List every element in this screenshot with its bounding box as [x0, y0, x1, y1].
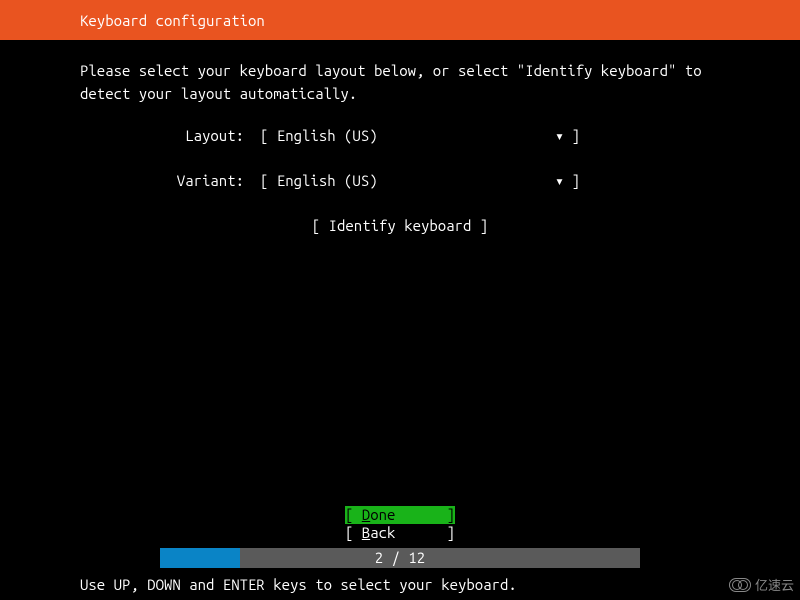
done-button[interactable]: Done] — [345, 506, 455, 524]
progress-gutter-left — [0, 548, 160, 568]
progress-track: 2 / 12 — [160, 548, 640, 568]
bracket-close: ] — [572, 127, 580, 144]
variant-dropdown[interactable]: English (US) ▾ ] — [260, 172, 580, 189]
instruction-text: Please select your keyboard layout below… — [80, 60, 720, 105]
page-title: Keyboard configuration — [80, 12, 265, 29]
hint-bar: Use UP, DOWN and ENTER keys to select yo… — [0, 568, 800, 600]
variant-label: Variant: — [80, 172, 260, 189]
identify-row: Identify keyboard — [80, 217, 720, 234]
layout-label: Layout: — [80, 127, 260, 144]
chevron-down-icon: ▾ — [555, 127, 564, 145]
done-label: D — [362, 506, 370, 523]
watermark-text: 亿速云 — [755, 575, 794, 594]
layout-row: Layout: English (US) ▾ ] — [80, 127, 720, 144]
nav-buttons: Done] Back] — [0, 506, 800, 542]
main-content: Please select your keyboard layout below… — [0, 40, 800, 234]
layout-dropdown[interactable]: English (US) ▾ ] — [260, 127, 580, 144]
back-label: B — [362, 524, 370, 541]
header-bar: Keyboard configuration — [0, 0, 800, 40]
variant-row: Variant: English (US) ▾ ] — [80, 172, 720, 189]
identify-keyboard-button[interactable]: Identify keyboard — [312, 217, 488, 234]
cloud-icon — [729, 578, 751, 592]
variant-value: English (US) — [260, 172, 580, 189]
progress-bar: 2 / 12 — [0, 548, 800, 568]
back-button[interactable]: Back] — [345, 524, 455, 542]
bracket-close: ] — [572, 172, 580, 189]
hint-text: Use UP, DOWN and ENTER keys to select yo… — [80, 576, 517, 593]
layout-value: English (US) — [260, 127, 580, 144]
bottom-area: Done] Back] 2 / 12 Use UP, DOWN and ENTE… — [0, 506, 800, 600]
watermark: 亿速云 — [729, 575, 794, 594]
progress-label: 2 / 12 — [160, 548, 640, 568]
progress-gutter-right — [640, 548, 800, 568]
chevron-down-icon: ▾ — [555, 172, 564, 190]
